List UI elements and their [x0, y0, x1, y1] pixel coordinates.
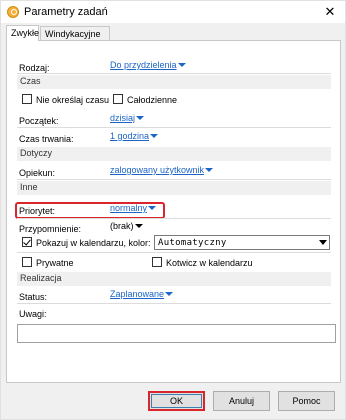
status-label: Status:: [19, 292, 48, 302]
chevron-down-icon: [319, 240, 327, 245]
przypomnienie-label: Przypomnienie:: [19, 224, 82, 234]
poczatek-value: dzisiaj: [110, 113, 136, 123]
divider: [17, 303, 331, 304]
uwagi-field[interactable]: [17, 324, 336, 343]
poczatek-dropdown[interactable]: dzisiaj: [110, 113, 145, 123]
uwagi-label: Uwagi:: [19, 309, 47, 319]
rodzaj-dropdown[interactable]: Do przydzielenia: [110, 60, 186, 70]
pokazuj-label: Pokazuj w kalendarzu, kolor:: [36, 238, 151, 248]
chevron-down-icon: [205, 168, 214, 172]
czas-trwania-dropdown[interactable]: 1 godzina: [110, 131, 159, 141]
chevron-down-icon: [150, 134, 159, 138]
ok-button[interactable]: OK: [148, 391, 205, 411]
section-dotyczy-label: Dotyczy: [20, 148, 53, 158]
section-realizacja-label: Realizacja: [20, 273, 62, 283]
tab-panel: Rodzaj: Do przydzielenia Czas Nie określ…: [6, 40, 341, 383]
kotwicz-label: Kotwicz w kalendarzu: [166, 258, 253, 268]
kolor-value: Automatyczny: [158, 238, 227, 248]
czas-trwania-label: Czas trwania:: [19, 134, 74, 144]
section-inne: Inne: [17, 181, 331, 195]
divider: [17, 127, 331, 128]
divider: [17, 73, 331, 74]
priorytet-value: normalny: [110, 203, 148, 213]
title-bar: Parametry zadań ✕: [1, 1, 345, 23]
tab-windykacyjne[interactable]: Windykacyjne: [40, 26, 110, 41]
close-button[interactable]: ✕: [319, 3, 341, 21]
chevron-down-icon: [177, 63, 186, 67]
status-dropdown[interactable]: Zaplanowane: [110, 289, 174, 299]
nie-okreslaj-checkbox[interactable]: [22, 94, 32, 104]
tab-zwykle[interactable]: Zwykłe: [6, 25, 39, 41]
rodzaj-value: Do przydzielenia: [110, 60, 177, 70]
prywatne-label: Prywatne: [36, 258, 74, 268]
divider: [17, 218, 331, 219]
chevron-down-icon: [148, 206, 157, 210]
chevron-down-icon: [136, 116, 145, 120]
divider: [17, 179, 331, 180]
chevron-down-icon: [134, 224, 143, 228]
status-value: Zaplanowane: [110, 289, 165, 299]
przypomnienie-dropdown[interactable]: (brak): [110, 221, 143, 231]
kolor-select[interactable]: Automatyczny: [154, 235, 330, 250]
kotwicz-checkbox[interactable]: [152, 257, 162, 267]
section-inne-label: Inne: [20, 182, 38, 192]
opiekun-dropdown[interactable]: zalogowany użytkownik: [110, 165, 214, 175]
window-title: Parametry zadań: [24, 6, 108, 18]
prywatne-checkbox[interactable]: [22, 257, 32, 267]
rodzaj-label: Rodzaj:: [19, 63, 50, 73]
help-button[interactable]: Pomoc: [278, 391, 335, 411]
opiekun-value: zalogowany użytkownik: [110, 165, 205, 175]
section-dotyczy: Dotyczy: [17, 147, 331, 161]
priorytet-dropdown[interactable]: normalny: [110, 203, 157, 213]
cancel-button[interactable]: Anuluj: [213, 391, 270, 411]
przypomnienie-value: (brak): [110, 221, 134, 231]
dialog-window: Parametry zadań ✕ Zwykłe Windykacyjne Ro…: [0, 0, 346, 420]
calodzienne-checkbox[interactable]: [113, 94, 123, 104]
pokazuj-checkbox[interactable]: [22, 237, 32, 247]
section-realizacja: Realizacja: [17, 272, 331, 286]
poczatek-label: Początek:: [19, 116, 59, 126]
nie-okreslaj-label: Nie określaj czasu: [36, 95, 110, 105]
divider: [17, 252, 331, 253]
opiekun-label: Opiekun:: [19, 168, 56, 178]
app-icon: [7, 6, 19, 18]
czas-trwania-value: 1 godzina: [110, 131, 150, 141]
calodzienne-label: Całodzienne: [127, 95, 178, 105]
priorytet-label: Priorytet:: [19, 206, 56, 216]
section-czas: Czas: [17, 75, 331, 89]
section-czas-label: Czas: [20, 76, 41, 86]
chevron-down-icon: [165, 292, 174, 296]
